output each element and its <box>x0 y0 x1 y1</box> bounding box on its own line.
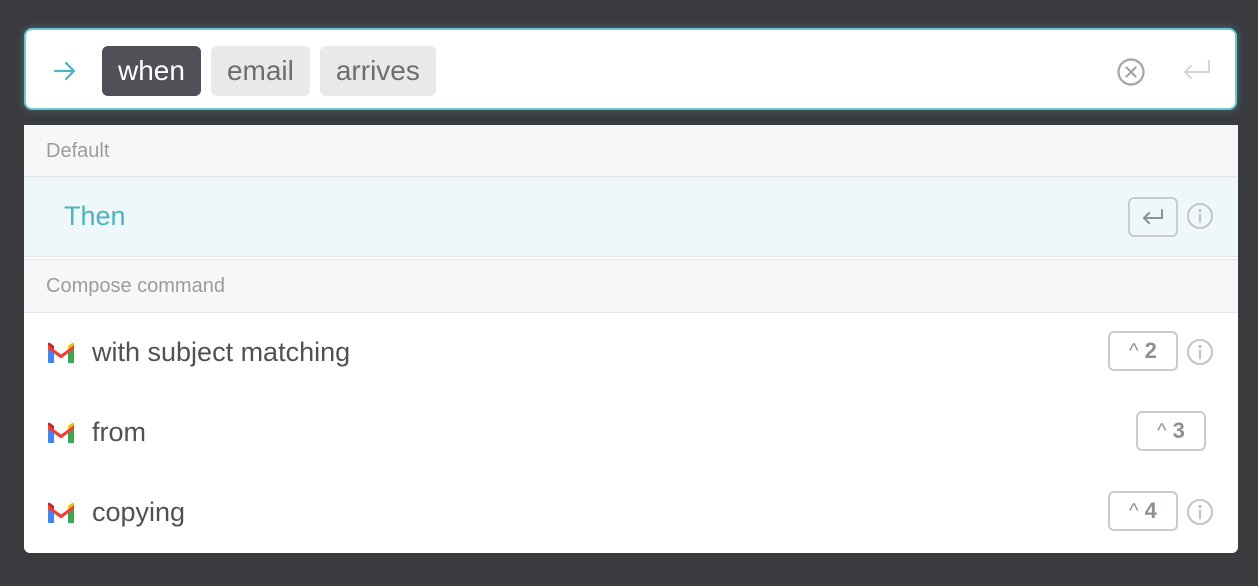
suggestion-label: copying <box>92 497 186 527</box>
return-icon <box>1143 209 1163 224</box>
chip-when[interactable]: when <box>102 46 201 96</box>
suggestion-then[interactable]: Then <box>24 177 1238 257</box>
chip-arrives[interactable]: arrives <box>319 46 436 96</box>
shortcut-key: 3 <box>1172 418 1185 443</box>
section-header-compose: Compose command <box>24 259 1238 313</box>
chip-email[interactable]: email <box>210 46 310 96</box>
suggestion-from[interactable]: from ^ 3 <box>24 393 1238 473</box>
suggestion-dropdown: Default Then Compose command with subjec… <box>24 125 1238 553</box>
section-header-default: Default <box>24 125 1238 177</box>
section-title: Compose command <box>46 275 225 297</box>
shortcut-badge: ^ 2 <box>1108 331 1178 371</box>
clear-circle-icon[interactable] <box>1116 57 1146 87</box>
suggestion-with-subject-matching[interactable]: with subject matching ^ 2 <box>24 313 1238 393</box>
gmail-icon <box>48 342 74 363</box>
info-icon[interactable] <box>1186 338 1214 366</box>
shortcut-badge: ^ 4 <box>1108 491 1178 531</box>
gmail-icon <box>48 502 74 523</box>
suggestion-copying[interactable]: copying ^ 4 <box>24 473 1238 553</box>
section-title: Default <box>46 140 110 162</box>
shortcut-modifier: ^ <box>1129 499 1139 522</box>
info-icon[interactable] <box>1186 202 1214 230</box>
shortcut-modifier: ^ <box>1129 339 1139 362</box>
info-icon[interactable] <box>1186 498 1214 526</box>
return-shortcut-badge <box>1128 197 1178 237</box>
shortcut-key: 2 <box>1144 338 1157 363</box>
return-icon[interactable] <box>1180 57 1212 85</box>
suggestion-label: Then <box>64 201 126 231</box>
shortcut-modifier: ^ <box>1157 419 1167 442</box>
arrow-right-icon <box>53 61 76 81</box>
suggestion-label: from <box>92 417 146 447</box>
command-bar[interactable]: when email arrives <box>24 28 1237 110</box>
query-chips: when email arrives <box>102 46 436 96</box>
shortcut-badge: ^ 3 <box>1136 411 1206 451</box>
shortcut-key: 4 <box>1144 498 1157 523</box>
gmail-icon <box>48 422 74 443</box>
suggestion-label: with subject matching <box>92 337 351 367</box>
